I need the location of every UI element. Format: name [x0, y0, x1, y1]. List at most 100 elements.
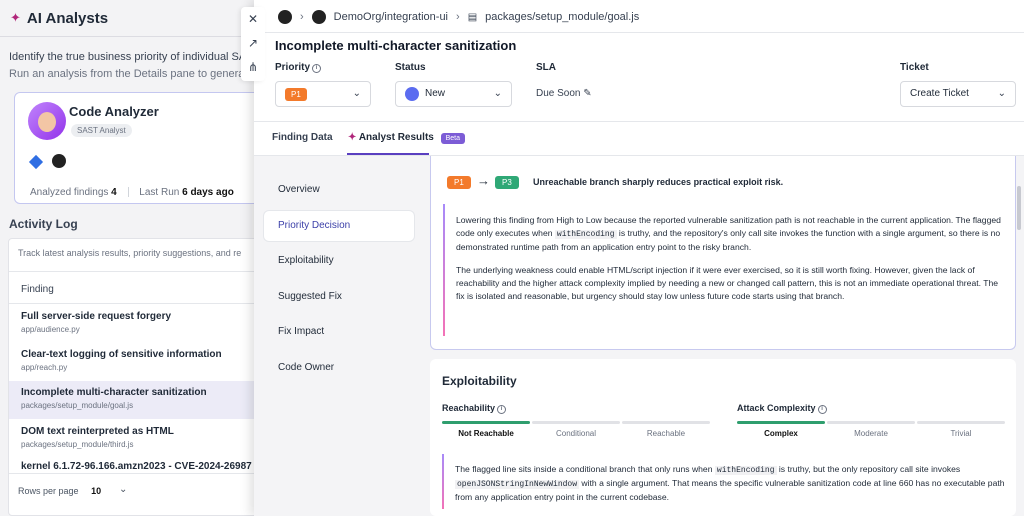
nav-suggested-fix[interactable]: Suggested Fix — [264, 282, 414, 312]
priority-decision-card: P1 → P3 Unreachable branch sharply reduc… — [430, 156, 1016, 350]
complexity-segment — [737, 421, 825, 424]
row-path: packages/setup_module/third.js — [21, 440, 134, 449]
table-row[interactable]: Clear-text logging of sensitive informat… — [9, 343, 269, 381]
github-icon — [311, 10, 326, 24]
info-icon: i — [312, 64, 322, 73]
activity-log: Track latest analysis results, priority … — [8, 238, 269, 516]
analyst-tag: SAST Analyst — [71, 124, 132, 137]
complexity-segment — [917, 421, 1005, 424]
lastrun-label: Last Run — [139, 187, 180, 198]
tab-analyst-results[interactable]: ✦ Analyst Results Beta — [348, 132, 466, 144]
priority-from-badge: P1 — [447, 176, 471, 189]
exploitability-explanation: The flagged line sits inside a condition… — [442, 454, 1005, 509]
nav-fix-impact[interactable]: Fix Impact — [264, 317, 414, 347]
reachability-label: Reachability i — [442, 403, 507, 414]
jira-icon — [28, 154, 44, 170]
priority-badge: P1 — [285, 88, 307, 101]
scrollbar[interactable] — [1017, 186, 1021, 230]
row-path: packages/setup_module/goal.js — [21, 401, 134, 410]
file-icon: ▤ — [467, 11, 478, 23]
chevron-down-icon: ⌄ — [493, 88, 502, 99]
row-title: DOM text reinterpreted as HTML — [21, 426, 174, 437]
ticket-select[interactable]: Create Ticket ⌄ — [900, 81, 1016, 107]
app-root: ✦ AI Analysts Identify the true business… — [0, 0, 1024, 516]
column-header-finding: Finding — [21, 284, 54, 295]
analyst-card[interactable]: Code Analyzer SAST Analyst Analyzed find… — [14, 92, 274, 204]
beta-badge: Beta — [440, 133, 466, 144]
nav-code-owner[interactable]: Code Owner — [264, 353, 414, 383]
close-icon[interactable]: ✕ — [241, 7, 265, 31]
chevron-right-icon: › — [456, 11, 460, 23]
reachability-level: Not Reachable — [458, 429, 514, 438]
divider — [0, 36, 260, 37]
ticket-label: Ticket — [900, 62, 929, 73]
rows-per-page: Rows per page 10 — [18, 486, 101, 496]
complexity-segment — [827, 421, 915, 424]
priority-select[interactable]: P1 ⌄ — [275, 81, 371, 107]
arrow-right-icon: → — [477, 173, 490, 188]
page-header: ✦ AI Analysts — [0, 0, 260, 36]
lastrun-value: 6 days ago — [182, 187, 234, 198]
reachability-segment — [532, 421, 620, 424]
github-icon — [52, 154, 66, 168]
chevron-down-icon[interactable]: ⌄ — [119, 484, 127, 495]
reachability-level: Reachable — [646, 429, 686, 438]
row-path: app/audience.py — [21, 325, 80, 334]
row-title: Full server-side request forgery — [21, 311, 172, 322]
decision-headline: Unreachable branch sharply reduces pract… — [533, 177, 784, 187]
avatar — [28, 102, 66, 140]
activity-log-title: Activity Log — [9, 217, 78, 231]
finding-title: Incomplete multi-character sanitization — [275, 38, 517, 53]
pencil-icon[interactable]: ✎ — [583, 88, 591, 99]
breadcrumb: › DemoOrg/integration-ui › ▤ packages/se… — [278, 8, 639, 26]
ticket-value: Create Ticket — [910, 88, 969, 99]
analyst-stats: Analyzed findings 4 Last Run 6 days ago — [30, 187, 234, 198]
row-title: kernel 6.1.72-96.166.amzn2023 - CVE-2024… — [21, 461, 252, 471]
sparkle-icon: ✦ — [10, 10, 21, 25]
table-row[interactable]: kernel 6.1.72-96.166.amzn2023 - CVE-2024… — [9, 459, 269, 471]
share-icon[interactable]: ⋔ — [241, 55, 265, 79]
complexity-level: Complex — [764, 429, 798, 438]
nav-exploitability[interactable]: Exploitability — [264, 246, 414, 276]
sparkle-icon: ✦ — [348, 132, 357, 143]
sla-value[interactable]: Due Soon ✎ — [536, 88, 592, 99]
reachability-level: Conditional — [555, 429, 597, 438]
analyst-results-content: Overview Priority Decision Exploitabilit… — [254, 156, 1024, 516]
row-path: app/reach.py — [21, 363, 68, 372]
analyzed-value: 4 — [111, 187, 117, 198]
status-select[interactable]: New ⌄ — [395, 81, 512, 107]
info-icon: i — [497, 405, 507, 414]
activity-search-input[interactable]: Track latest analysis results, priority … — [18, 248, 241, 258]
chevron-down-icon: ⌄ — [352, 88, 361, 99]
analyst-name: Code Analyzer — [69, 104, 159, 119]
nav-overview[interactable]: Overview — [264, 175, 414, 205]
page-title: AI Analysts — [26, 9, 109, 27]
tab-label: Analyst Results — [358, 132, 434, 143]
tab-finding-data[interactable]: Finding Data — [272, 132, 333, 143]
breadcrumb-path[interactable]: packages/setup_module/goal.js — [485, 11, 639, 23]
reachability-segment — [442, 421, 530, 424]
exploitability-card: Exploitability Reachability i Not Reachab… — [430, 359, 1016, 516]
rows-per-page-label: Rows per page — [18, 486, 79, 496]
row-title: Incomplete multi-character sanitization — [21, 387, 207, 398]
exploitability-title: Exploitability — [442, 374, 517, 388]
info-icon: i — [817, 405, 827, 414]
drawer-controls: ✕ ↗ ⋔ — [241, 7, 265, 81]
breadcrumb-repo[interactable]: DemoOrg/integration-ui — [334, 11, 448, 23]
nav-priority-decision[interactable]: Priority Decision — [264, 211, 414, 241]
table-row[interactable]: Full server-side request forgery app/aud… — [9, 305, 269, 343]
complexity-level: Moderate — [854, 429, 888, 438]
github-icon — [278, 10, 292, 24]
decision-explanation: Lowering this finding from High to Low b… — [443, 204, 1006, 336]
status-label: Status — [395, 62, 426, 73]
chevron-right-icon: › — [300, 11, 304, 23]
analyzed-label: Analyzed findings — [30, 187, 109, 198]
attack-complexity-label: Attack Complexity i — [737, 403, 827, 414]
chevron-down-icon: ⌄ — [997, 88, 1006, 99]
external-link-icon[interactable]: ↗ — [241, 31, 265, 55]
table-row-selected[interactable]: Incomplete multi-character sanitization … — [9, 381, 269, 419]
status-value: New — [425, 88, 446, 99]
rows-per-page-select[interactable]: 10 — [91, 486, 101, 496]
table-row[interactable]: DOM text reinterpreted as HTML packages/… — [9, 420, 269, 458]
row-title: Clear-text logging of sensitive informat… — [21, 349, 222, 360]
